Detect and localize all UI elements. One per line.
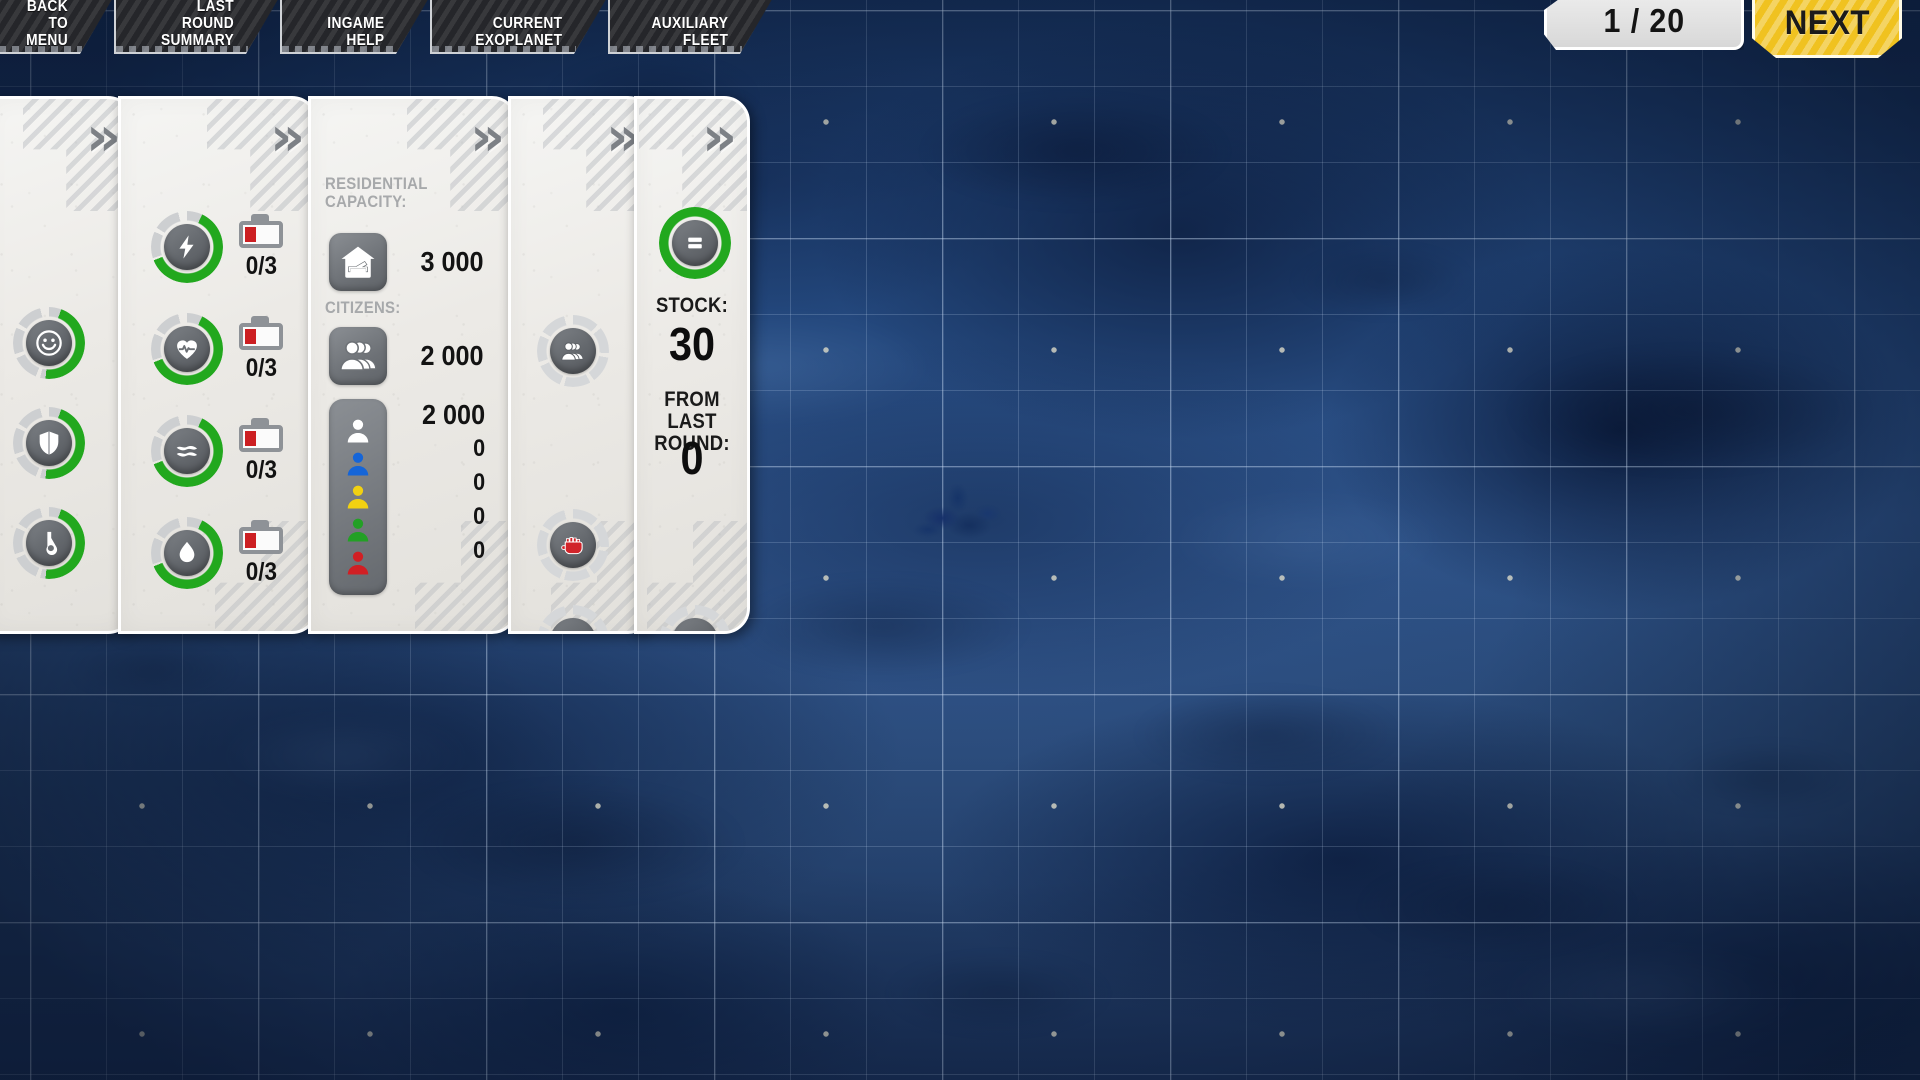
tab-back-to-menu[interactable]: BACK TO MENU: [0, 0, 114, 54]
population-panel-expand-chevron[interactable]: »: [470, 110, 505, 164]
smiley-icon: [36, 330, 62, 356]
water-drop-icon: [179, 541, 195, 563]
resource-ratio-health: 0/3: [245, 353, 277, 382]
next-round-button-label: NEXT: [1784, 4, 1870, 42]
tab-auxiliary-fleet[interactable]: AUXILIARY FLEET: [608, 0, 774, 54]
shield-icon: [39, 431, 59, 455]
citizen-green-icon: [347, 518, 369, 542]
tab-last-round-summary-label: LAST ROUND SUMMARY: [161, 0, 234, 49]
stock-value: 30: [668, 318, 716, 370]
from-last-round-value: 0: [680, 432, 704, 484]
citizen-yellow-icon: [347, 485, 369, 509]
stock-label: STOCK:: [655, 294, 729, 317]
citizen-class-breakdown: 2 000 0 0 0 0: [329, 399, 489, 595]
citizens-icon-tile[interactable]: [329, 327, 387, 385]
settlement-marker[interactable]: [905, 485, 1020, 557]
citizen-blue-icon: [347, 452, 369, 476]
buildings-button[interactable]: [659, 605, 731, 634]
resource-ratio-water: 0/3: [245, 557, 277, 586]
resource-icon-health: [151, 313, 223, 385]
residential-capacity-row: 3 000: [329, 233, 487, 291]
heartbeat-icon: [177, 340, 197, 359]
stock-panel[interactable]: » STOCK: 30 FROM LAST ROUND: 0: [634, 96, 750, 634]
citizen-white-icon: [347, 419, 369, 443]
game-screen: BACK TO MENU LAST ROUND SUMMARY INGAME H…: [0, 0, 1920, 1080]
stock-panel-expand-chevron[interactable]: »: [702, 110, 737, 164]
resource-ratio-energy: 0/3: [245, 251, 277, 280]
residential-capacity-value: 3 000: [420, 246, 484, 277]
tab-current-exoplanet-label: CURRENT EXOPLANET: [474, 15, 562, 49]
citizens-group-icon: [340, 341, 377, 371]
indicator-security[interactable]: [13, 407, 85, 479]
factions-panel[interactable]: »: [508, 96, 654, 634]
air-waves-icon: [176, 446, 198, 457]
resource-row-air[interactable]: 0/3: [151, 415, 283, 487]
resources-panel-expand-chevron[interactable]: »: [270, 110, 305, 164]
status-panel[interactable]: »: [0, 96, 134, 634]
top-navigation-bar: BACK TO MENU LAST ROUND SUMMARY INGAME H…: [0, 0, 790, 58]
citizens-row: 2 000: [329, 327, 487, 385]
residential-capacity-label: RESIDENTIAL CAPACITY:: [325, 174, 428, 211]
round-counter-value: 1 / 20: [1603, 1, 1685, 39]
citizens-value: 2 000: [420, 340, 484, 371]
winged-emblem-icon: [559, 627, 587, 634]
lightning-icon: [179, 235, 194, 259]
resource-row-health[interactable]: 0/3: [151, 313, 283, 385]
faction-rebellion[interactable]: [537, 509, 609, 581]
battery-water: [239, 519, 283, 554]
citizen-class-value-white: 2 000: [422, 399, 486, 430]
tab-auxiliary-fleet-label: AUXILIARY FLEET: [651, 15, 728, 49]
next-round-button[interactable]: NEXT: [1752, 0, 1902, 58]
resources-panel[interactable]: » 0/3 0/3 0/3 0/3: [118, 96, 318, 634]
tab-back-to-menu-label: BACK TO MENU: [26, 0, 68, 49]
stock-indicator[interactable]: [659, 207, 731, 279]
indicator-research[interactable]: [13, 507, 85, 579]
bricks-icon: [681, 627, 709, 634]
faction-population[interactable]: [537, 315, 609, 387]
tab-current-exoplanet[interactable]: CURRENT EXOPLANET: [430, 0, 608, 54]
tab-ingame-help-label: INGAME HELP: [326, 15, 384, 49]
status-panel-expand-chevron[interactable]: »: [86, 110, 121, 164]
resource-ratio-air: 0/3: [245, 455, 277, 484]
faction-federation[interactable]: [537, 605, 609, 634]
red-fist-icon: [561, 537, 583, 555]
citizen-red-icon: [347, 551, 369, 575]
citizens-label: CITIZENS:: [325, 298, 401, 317]
citizen-class-value-yellow: 0: [473, 469, 486, 496]
resource-icon-air: [151, 415, 223, 487]
resource-icon-energy: [151, 211, 223, 283]
resource-row-water[interactable]: 0/3: [151, 517, 283, 589]
tab-ingame-help[interactable]: INGAME HELP: [280, 0, 430, 54]
resource-row-energy[interactable]: 0/3: [151, 211, 283, 283]
battery-energy: [239, 213, 283, 248]
research-icon: [46, 531, 58, 555]
battery-health: [239, 315, 283, 350]
citizen-class-value-red: 0: [473, 537, 486, 564]
stock-crate-icon: [688, 237, 702, 249]
battery-air: [239, 417, 283, 452]
population-panel[interactable]: » RESIDENTIAL CAPACITY: 3 000 CITIZENS:: [308, 96, 518, 634]
indicator-happiness[interactable]: [13, 307, 85, 379]
citizen-class-icon-stack[interactable]: [329, 399, 387, 595]
factions-panel-expand-chevron[interactable]: »: [606, 110, 641, 164]
citizen-class-value-green: 0: [473, 503, 486, 530]
residential-capacity-icon-tile[interactable]: [329, 233, 387, 291]
house-bed-icon: [341, 246, 375, 278]
tab-last-round-summary[interactable]: LAST ROUND SUMMARY: [114, 0, 280, 54]
round-counter: 1 / 20: [1544, 0, 1744, 50]
citizens-group-icon: [561, 342, 584, 361]
citizen-class-value-blue: 0: [473, 435, 486, 462]
resource-icon-water: [151, 517, 223, 589]
